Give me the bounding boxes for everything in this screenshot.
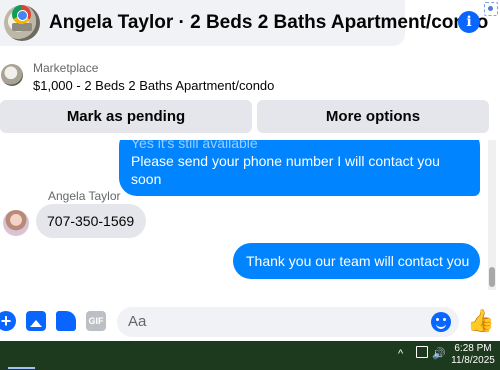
sticker-icon[interactable]	[56, 311, 76, 331]
clock-date: 11/8/2025	[451, 355, 495, 366]
message-text: Please send your phone number I will con…	[131, 153, 440, 187]
conversation-header[interactable]: Angela Taylor · 2 Beds 2 Baths Apartment…	[0, 0, 488, 46]
screenshot-icon[interactable]	[484, 2, 498, 16]
chevron-up-icon[interactable]: ^	[398, 348, 403, 360]
outgoing-message[interactable]: Thank you our team will contact you	[233, 243, 480, 279]
messenger-window: Angela Taylor · 2 Beds 2 Baths Apartment…	[0, 0, 500, 370]
more-options-button[interactable]: More options	[257, 100, 489, 133]
scrollbar-thumb[interactable]	[489, 267, 495, 287]
emoji-icon[interactable]	[431, 312, 451, 332]
system-clock[interactable]: 6:28 PM 11/8/2025	[448, 343, 498, 367]
outgoing-message[interactable]: Yes it's still available Please send you…	[119, 140, 480, 196]
message-composer: + GIF Aa 👍	[0, 303, 500, 341]
plus-icon[interactable]: +	[0, 311, 16, 331]
conversation-title[interactable]: Angela Taylor · 2 Beds 2 Baths Apartment…	[49, 12, 488, 34]
like-icon[interactable]: 👍	[467, 309, 494, 333]
avatar[interactable]	[3, 210, 29, 236]
gif-icon[interactable]: GIF	[86, 311, 106, 331]
volume-icon[interactable]: 🔊	[432, 347, 446, 360]
listing-summary[interactable]: $1,000 - 2 Beds 2 Baths Apartment/condo	[33, 78, 274, 93]
photo-icon[interactable]	[26, 311, 46, 331]
marketplace-thumbnail[interactable]	[1, 64, 23, 86]
mark-as-pending-button[interactable]: Mark as pending	[0, 100, 252, 133]
sender-name: Angela Taylor	[48, 189, 121, 203]
clock-time: 6:28 PM	[454, 343, 492, 354]
marketplace-label: Marketplace	[33, 61, 99, 75]
active-app-indicator	[8, 367, 35, 369]
network-icon[interactable]	[416, 346, 428, 358]
message-partial-line: Yes it's still available	[131, 140, 258, 151]
message-list: Yes it's still available Please send you…	[0, 140, 500, 300]
incoming-message[interactable]: 707-350-1569	[36, 204, 146, 238]
message-input[interactable]: Aa	[117, 307, 459, 337]
chrome-icon[interactable]	[12, 5, 31, 24]
info-icon[interactable]: i	[458, 11, 480, 33]
